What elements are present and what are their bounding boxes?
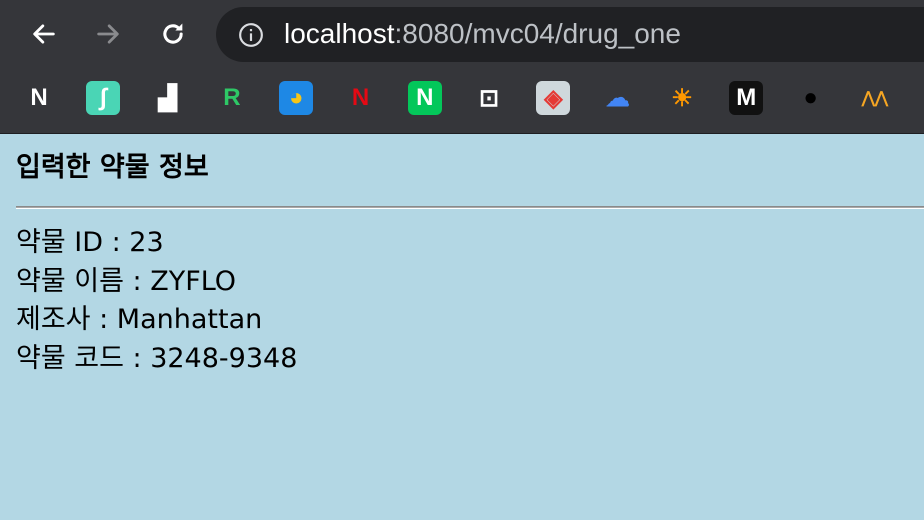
- notability-icon: N: [30, 84, 48, 111]
- page-title: 입력한 약물 정보: [16, 152, 209, 183]
- cloud-icon: ☁: [605, 84, 630, 112]
- url-path: :8080/mvc04/drug_one: [394, 18, 681, 49]
- address-bar[interactable]: localhost:8080/mvc04/drug_one: [216, 7, 924, 62]
- url-text[interactable]: localhost:8080/mvc04/drug_one: [284, 16, 681, 52]
- url-host: localhost: [284, 18, 395, 49]
- bookmark-notability-icon[interactable]: N: [22, 81, 56, 115]
- bookmarks-bar: N ∫ ▟ R ◕ N N ⊡ ◈ ☁ ☀ M ● ⋀⋀: [0, 78, 924, 120]
- drug-name: 약물 이름 : ZYFLO: [16, 265, 237, 297]
- blocks-icon: ▟: [158, 84, 177, 112]
- netflix-icon: N: [351, 84, 370, 111]
- bookmark-palette-icon[interactable]: ◈: [536, 81, 571, 115]
- palette-icon: ◈: [544, 84, 563, 112]
- bookmark-sunrise-icon[interactable]: ☀: [665, 81, 699, 115]
- forward-button[interactable]: [90, 16, 126, 52]
- drug-info-list: 약물 ID : 23 약물 이름 : ZYFLO 제조사 : Manhattan…: [16, 224, 297, 378]
- m-logo-icon: M: [736, 84, 757, 111]
- drug-id: 약물 ID : 23: [16, 227, 164, 258]
- horizontal-rule: [16, 206, 924, 209]
- bookmark-m-logo-icon[interactable]: M: [729, 81, 764, 115]
- mountain-icon: ⋀⋀: [861, 90, 889, 107]
- naver-icon: N: [416, 84, 434, 111]
- reload-icon: [163, 23, 183, 44]
- bookmark-chat-bot-icon[interactable]: ⊡: [472, 81, 506, 115]
- bookmark-black-circle-icon[interactable]: ●: [794, 81, 828, 115]
- spline-icon: ∫: [100, 84, 107, 111]
- sunrise-icon: ☀: [671, 84, 693, 112]
- bookmark-naver-icon[interactable]: N: [407, 81, 442, 115]
- bookmark-spline-icon[interactable]: ∫: [86, 81, 121, 115]
- chat-bot-icon: ⊡: [479, 84, 500, 112]
- back-button[interactable]: [26, 16, 62, 52]
- bookmark-netflix-icon[interactable]: N: [344, 81, 378, 115]
- drug-code: 약물 코드 : 3248-9348: [16, 342, 298, 374]
- bird-icon: ◕: [288, 84, 304, 111]
- info-icon[interactable]: [238, 22, 264, 48]
- page-content: 입력한 약물 정보 약물 ID : 23 약물 이름 : ZYFLO 제조사 :…: [16, 148, 924, 374]
- drug-manufacturer: 제조사 : Manhattan: [16, 304, 263, 335]
- bookmark-bird-icon[interactable]: ◕: [279, 81, 314, 115]
- black-circle-icon: ●: [803, 84, 818, 111]
- arrow-left-icon: [33, 24, 55, 44]
- toolbar-divider: [0, 133, 924, 134]
- bookmark-mountain-icon[interactable]: ⋀⋀: [858, 81, 892, 115]
- bookmark-blocks-icon[interactable]: ▟: [151, 81, 185, 115]
- bookmark-cloud-icon[interactable]: ☁: [601, 81, 635, 115]
- browser-chrome: localhost:8080/mvc04/drug_one N ∫ ▟ R ◕ N N ⊡ ◈ ☁…: [0, 0, 924, 134]
- reload-button[interactable]: [155, 16, 191, 52]
- arrow-right-icon: [97, 24, 119, 44]
- bookmark-replit-icon[interactable]: R: [215, 81, 249, 115]
- replit-icon: R: [223, 84, 241, 111]
